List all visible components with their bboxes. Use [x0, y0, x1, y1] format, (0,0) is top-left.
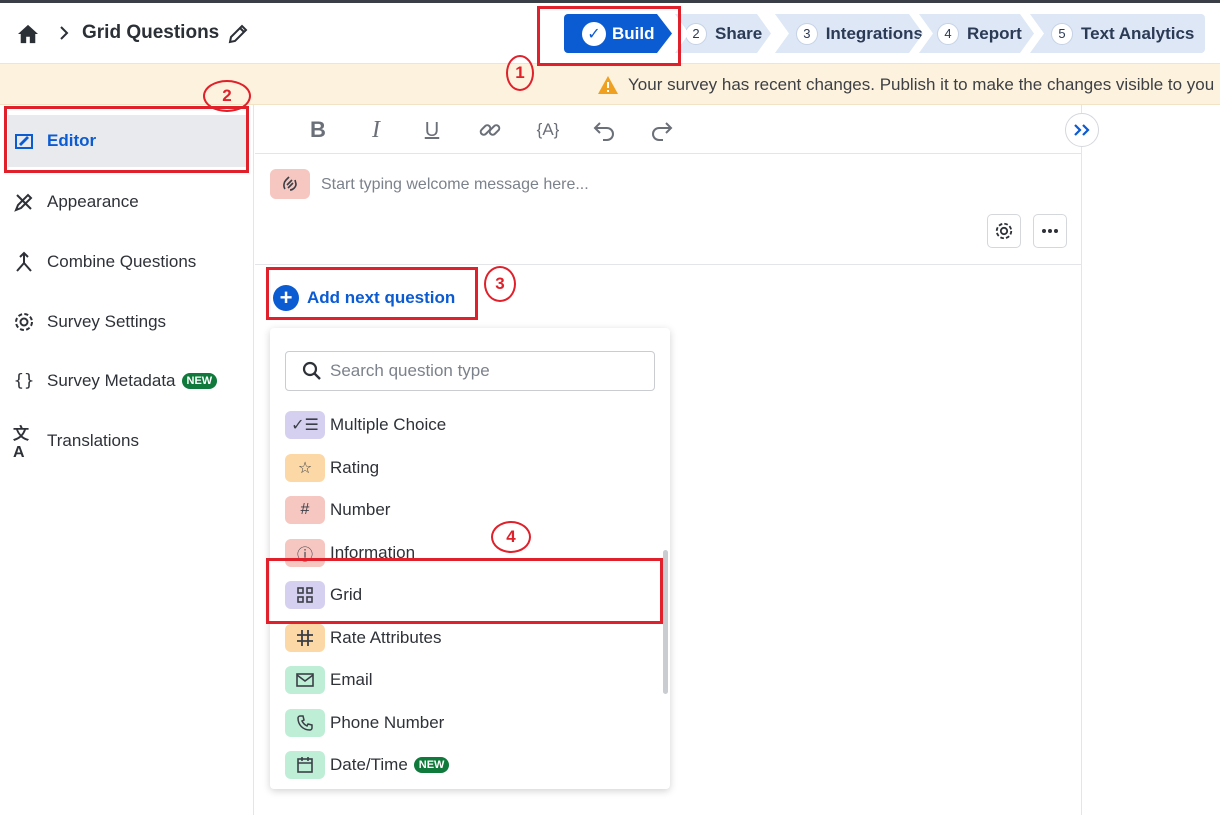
question-type-multiple-choice[interactable]: ✓☰ Multiple Choice — [285, 411, 446, 439]
question-type-label: Date/Time — [330, 755, 408, 774]
step-build[interactable]: ✓ Build — [564, 14, 672, 53]
sidebar-item-appearance[interactable]: Appearance — [8, 176, 246, 228]
settings-button[interactable] — [987, 214, 1021, 248]
sidebar-item-label: Combine Questions — [47, 252, 197, 271]
add-next-question-button[interactable]: + Add next question — [273, 285, 455, 311]
underline-button[interactable]: U — [419, 117, 445, 143]
mail-icon — [285, 666, 325, 694]
scrollbar-thumb[interactable] — [663, 550, 668, 694]
sidebar-item-label: Survey Settings — [47, 312, 167, 331]
step-label: Build — [612, 23, 655, 43]
question-type-label: Information — [330, 543, 416, 562]
gear-icon — [995, 222, 1013, 240]
welcome-input[interactable]: Start typing welcome message here... — [321, 176, 589, 194]
calendar-icon — [285, 751, 325, 779]
warning-icon — [598, 76, 618, 94]
format-toolbar: B I U {A} — [255, 105, 1082, 154]
rate-grid-icon — [285, 624, 325, 652]
italic-button[interactable]: I — [363, 117, 389, 143]
check-icon: ✓ — [582, 21, 606, 46]
step-label: Text Analytics — [1081, 23, 1195, 43]
question-type-list: ✓☰ Multiple Choice ☆ Rating # Number ⓘ I… — [270, 404, 670, 780]
question-type-search — [285, 351, 655, 391]
more-icon — [1042, 229, 1058, 233]
translate-icon: 文A — [13, 426, 30, 461]
appearance-icon — [13, 191, 35, 213]
braces-icon: {} — [13, 371, 35, 391]
question-type-phone-number[interactable]: Phone Number — [285, 709, 444, 737]
double-chevron-right-icon — [1074, 124, 1090, 136]
warning-banner: Your survey has recent changes. Publish … — [0, 64, 1220, 105]
question-type-label: Rating — [330, 458, 380, 477]
step-label: Integrations — [825, 23, 923, 43]
question-type-label: Email — [330, 670, 373, 689]
welcome-block: Start typing welcome message here... — [255, 155, 1082, 265]
banner-text: Your survey has recent changes. Publish … — [628, 75, 1215, 94]
redo-icon[interactable] — [649, 117, 675, 143]
sidebar-item-label: Appearance — [47, 192, 139, 211]
question-type-dropdown: ✓☰ Multiple Choice ☆ Rating # Number ⓘ I… — [270, 328, 670, 789]
question-type-label: Multiple Choice — [330, 415, 447, 434]
plus-icon: + — [273, 285, 299, 311]
question-type-label: Number — [330, 500, 391, 519]
step-number: 5 — [1051, 22, 1073, 45]
undo-icon[interactable] — [591, 117, 617, 143]
bold-button[interactable]: B — [305, 117, 331, 143]
star-icon: ☆ — [285, 454, 325, 482]
sidebar: Editor Appearance Combine Questions Surv… — [0, 105, 254, 815]
question-type-email[interactable]: Email — [285, 666, 373, 694]
sidebar-item-label: Editor — [47, 131, 97, 150]
question-type-label: Grid — [330, 585, 363, 604]
question-type-label: Rate Attributes — [330, 628, 442, 647]
step-integrations[interactable]: 3 Integrations — [775, 14, 923, 53]
search-icon — [302, 361, 321, 380]
variable-button[interactable]: {A} — [533, 117, 563, 143]
new-badge: NEW — [181, 373, 218, 389]
question-type-number[interactable]: # Number — [285, 496, 390, 524]
question-type-rating[interactable]: ☆ Rating — [285, 454, 379, 482]
sidebar-item-translations[interactable]: 文A Translations — [8, 415, 246, 467]
more-options-button[interactable] — [1033, 214, 1067, 248]
hash-icon: # — [285, 496, 325, 524]
checklist-icon: ✓☰ — [285, 411, 325, 439]
step-text-analytics[interactable]: 5 Text Analytics — [1030, 14, 1205, 53]
sidebar-item-label: Translations — [47, 431, 139, 450]
step-report[interactable]: 4 Report — [919, 14, 1034, 53]
step-number: 4 — [937, 22, 959, 45]
home-icon[interactable] — [17, 24, 39, 44]
sidebar-item-label: Survey Metadata — [47, 371, 176, 390]
phone-icon — [285, 709, 325, 737]
editor-icon — [13, 130, 35, 152]
combine-icon — [13, 251, 35, 273]
header: Grid Questions ✓ Build 2 Share 3 Integra… — [0, 3, 1220, 64]
question-type-date-time[interactable]: Date/Time NEW — [285, 751, 450, 779]
question-type-information[interactable]: ⓘ Information — [285, 539, 415, 567]
search-input[interactable] — [330, 361, 640, 381]
sidebar-item-combine-questions[interactable]: Combine Questions — [8, 236, 246, 288]
step-label: Report — [967, 23, 1022, 43]
sidebar-item-editor[interactable]: Editor — [8, 115, 246, 167]
page-title: Grid Questions — [82, 22, 220, 43]
add-question-label: Add next question — [307, 288, 456, 307]
step-share[interactable]: 2 Share — [675, 14, 771, 53]
wave-hand-icon — [270, 169, 310, 199]
new-badge: NEW — [413, 757, 450, 773]
question-type-label: Phone Number — [330, 713, 445, 732]
step-number: 3 — [796, 22, 818, 45]
question-type-grid[interactable]: Grid — [285, 581, 362, 609]
step-label: Share — [715, 23, 763, 43]
pencil-icon[interactable] — [228, 24, 248, 44]
info-icon: ⓘ — [285, 539, 325, 567]
chevron-right-icon — [60, 26, 69, 40]
step-number: 2 — [685, 22, 707, 45]
question-type-rate-attributes[interactable]: Rate Attributes — [285, 624, 442, 652]
grid-icon — [285, 581, 325, 609]
gear-icon — [13, 311, 35, 333]
expand-panel-button[interactable] — [1065, 113, 1099, 147]
link-icon[interactable] — [477, 117, 503, 143]
sidebar-item-survey-metadata[interactable]: {} Survey Metadata NEW — [8, 355, 246, 407]
sidebar-item-survey-settings[interactable]: Survey Settings — [8, 296, 246, 348]
